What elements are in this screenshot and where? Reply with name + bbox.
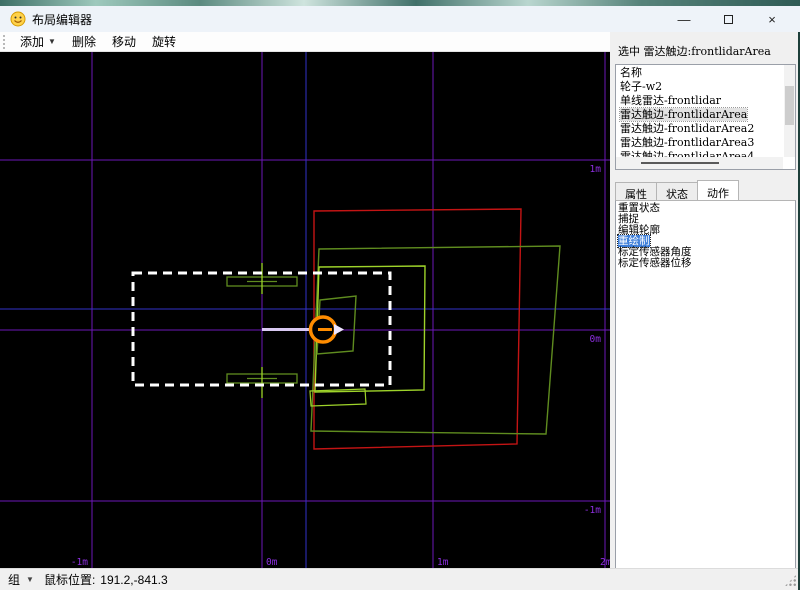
menu-item-move[interactable]: 移动	[104, 31, 144, 52]
grid-label: 1m	[437, 557, 449, 568]
tab-properties[interactable]: 属性	[615, 182, 657, 201]
horizontal-scrollbar-thumb[interactable]	[641, 162, 719, 164]
object-list-item[interactable]: 雷达触边-frontlidarArea4	[616, 150, 783, 157]
right-panel: 选中 雷达触边:frontlidarArea 名称 轮子-w2 单线雷达-front…	[610, 32, 800, 576]
app-window: 布局编辑器 — × 添加 ▼ 删除 移动 旋转 1m 0m -1m -1m 0m 1m 2m 选中 …	[0, 0, 800, 590]
app-icon	[10, 11, 26, 27]
layout-scene: 1m 0m -1m -1m 0m 1m 2m	[0, 52, 610, 568]
toolbar: 添加 ▼ 删除 移动 旋转	[0, 32, 610, 52]
close-icon: ×	[768, 11, 776, 27]
object-list-horizontal-scrollbar[interactable]	[616, 157, 783, 169]
window-title: 布局编辑器	[32, 12, 93, 27]
action-list-item[interactable]: 标定传感器位移	[616, 258, 795, 269]
object-list-item[interactable]: 雷达触边-frontlidarArea3	[616, 136, 783, 150]
object-list-vertical-scrollbar[interactable]	[784, 65, 795, 157]
object-list-item[interactable]: 雷达触边-frontlidarArea2	[616, 122, 783, 136]
object-list: 名称 轮子-w2 单线雷达-frontlidar 雷达触边-frontlidarAre…	[615, 64, 796, 170]
vertical-scrollbar-thumb[interactable]	[785, 86, 794, 125]
object-list-item[interactable]: 轮子-w2	[616, 80, 783, 94]
object-list-item[interactable]: 名称	[616, 66, 783, 80]
chevron-down-icon[interactable]: ▼	[26, 575, 34, 584]
mouse-position-label: 鼠标位置:	[43, 573, 96, 587]
grid-label: -1m	[71, 557, 88, 568]
maximize-icon	[723, 14, 733, 24]
minimize-icon: —	[677, 11, 691, 27]
menu-item-delete[interactable]: 删除	[64, 31, 104, 52]
group-dropdown[interactable]: 组	[8, 571, 20, 588]
tab-actions[interactable]: 动作	[697, 180, 739, 200]
action-list: 重置状态 捕捉 编辑轮廓 重绘制 标定传感器角度 标定传感器位移	[615, 200, 796, 576]
layout-canvas[interactable]: 1m 0m -1m -1m 0m 1m 2m	[0, 52, 610, 568]
object-list-item[interactable]: 雷达触边-frontlidarArea	[616, 107, 783, 122]
minimize-button[interactable]: —	[662, 7, 706, 31]
close-button[interactable]: ×	[750, 7, 794, 31]
grid-label: 2m	[600, 557, 610, 568]
grid-label: 0m	[266, 557, 278, 568]
toolbar-grip-handle[interactable]	[3, 34, 8, 49]
grid-label: 1m	[590, 164, 602, 175]
resize-grip[interactable]	[784, 574, 797, 587]
menu-item-rotate[interactable]: 旋转	[144, 31, 184, 52]
grid-label: -1m	[584, 505, 601, 516]
tab-status[interactable]: 状态	[656, 182, 698, 201]
chevron-down-icon: ▼	[48, 37, 56, 46]
status-bar: 组 ▼ 鼠标位置: 191.2,-841.3	[0, 568, 800, 590]
title-bar: 布局编辑器 — ×	[0, 6, 800, 32]
menu-item-add[interactable]: 添加 ▼	[12, 31, 64, 52]
selected-object-header: 选中 雷达触边:frontlidarArea	[618, 45, 771, 58]
grid-label: 0m	[590, 334, 602, 345]
maximize-button[interactable]	[706, 7, 750, 31]
action-list-item[interactable]: 重置状态	[616, 203, 795, 214]
mouse-position-value: 191.2,-841.3	[100, 572, 168, 587]
object-list-item[interactable]: 单线雷达-frontlidar	[616, 94, 783, 108]
